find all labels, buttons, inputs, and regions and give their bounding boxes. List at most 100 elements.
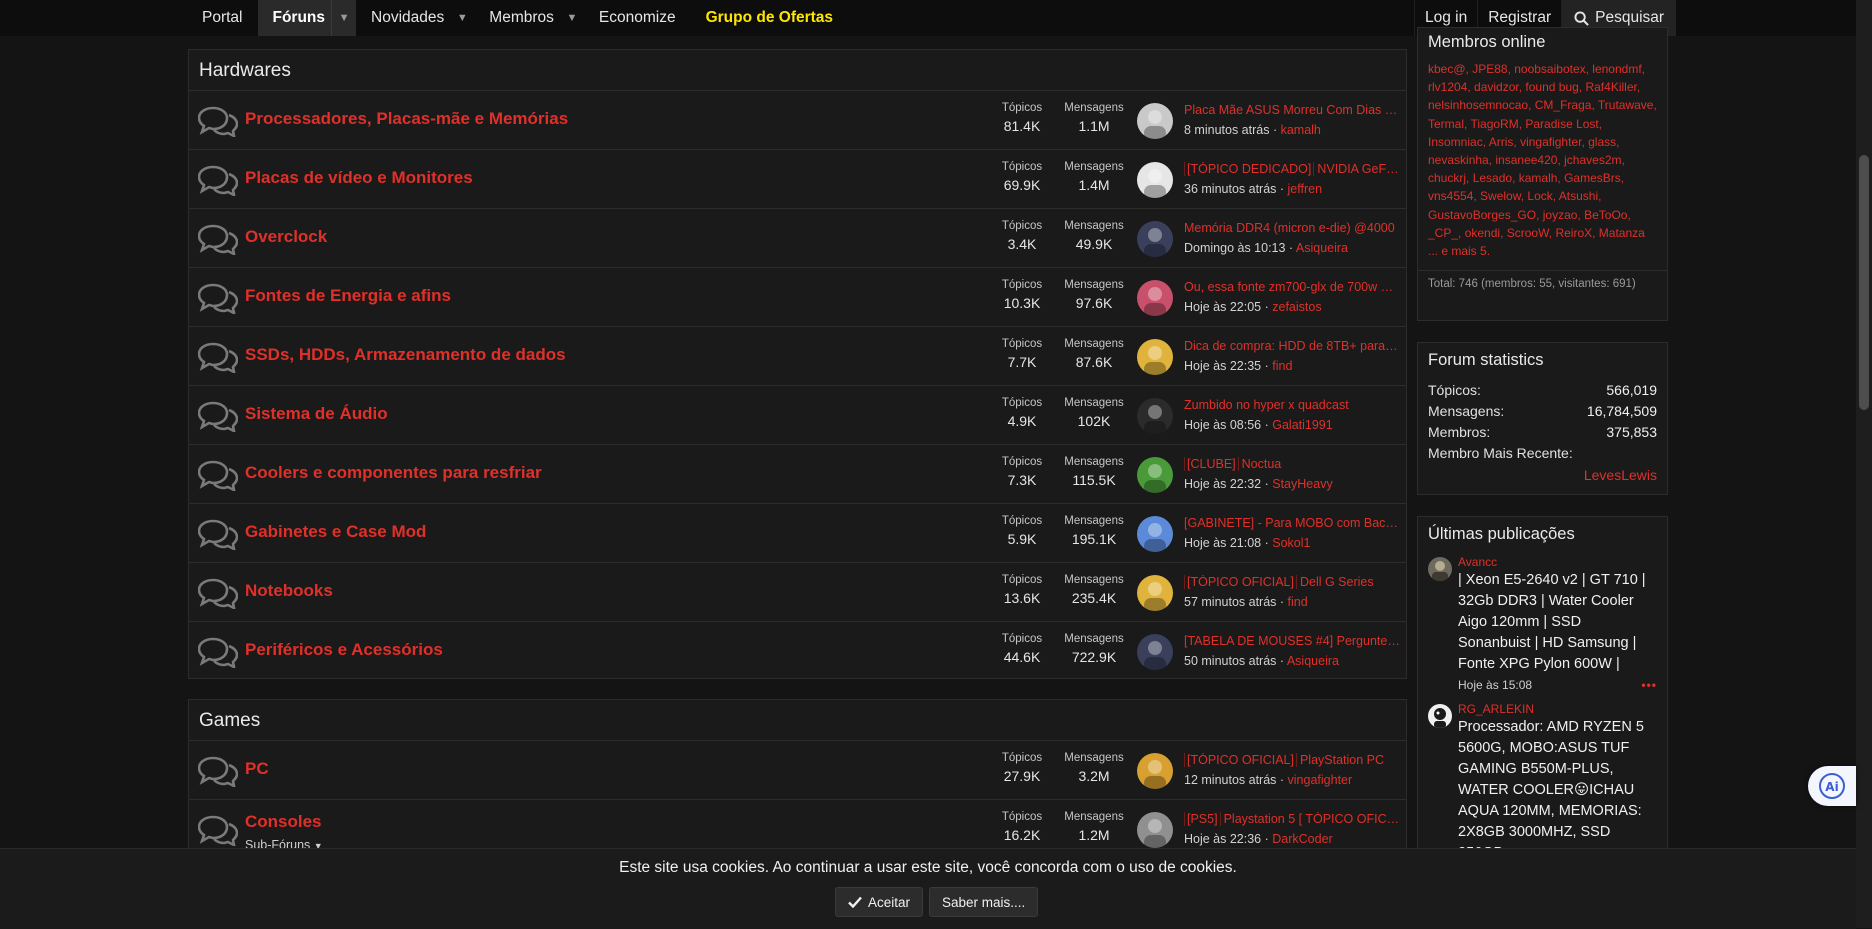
online-member-link[interactable]: Lock	[1527, 189, 1552, 203]
online-member-link[interactable]: noobsaibotex	[1514, 62, 1585, 76]
last-post-time[interactable]: 57 minutos atrás	[1184, 595, 1276, 609]
online-member-link[interactable]: Matanza	[1599, 226, 1645, 240]
forum-title-link[interactable]: Processadores, Placas-mãe e Memórias	[245, 109, 568, 129]
online-member-link[interactable]: GustavoBorges_GO	[1428, 208, 1536, 222]
last-post-time[interactable]: Hoje às 22:36	[1184, 832, 1261, 846]
online-member-link[interactable]: lenondmf	[1592, 62, 1641, 76]
last-post-time[interactable]: 36 minutos atrás	[1184, 182, 1276, 196]
post-user-link[interactable]: Avancc	[1458, 554, 1657, 570]
nav-economize[interactable]: Economize	[584, 0, 691, 36]
thread-prefix-label[interactable]: [PS5]	[1184, 812, 1221, 826]
latest-title[interactable]: Últimas publicações	[1418, 517, 1667, 554]
last-post-title-link[interactable]: Dica de compra: HDD de 8TB+ para backup	[1184, 339, 1400, 353]
online-member-link[interactable]: TiagoRM	[1470, 117, 1518, 131]
last-post-user-link[interactable]: find	[1288, 595, 1308, 609]
section-title[interactable]: Hardwares	[189, 50, 1406, 91]
forum-title-link[interactable]: SSDs, HDDs, Armazenamento de dados	[245, 345, 566, 365]
online-member-link[interactable]: JPE88	[1472, 62, 1507, 76]
forum-title-link[interactable]: PC	[245, 759, 269, 779]
online-member-link[interactable]: Swelow	[1480, 189, 1521, 203]
last-post-time[interactable]: 8 minutos atrás	[1184, 123, 1269, 137]
avatar[interactable]	[1137, 162, 1173, 198]
last-post-user-link[interactable]: Asiqueira	[1287, 654, 1339, 668]
thread-prefix-label[interactable]: [TÓPICO OFICIAL]	[1184, 575, 1297, 589]
online-member-link[interactable]: davidzor	[1474, 80, 1519, 94]
membros-caret-icon[interactable]: ▼	[560, 0, 584, 36]
online-member-link[interactable]: ScrooW	[1507, 226, 1549, 240]
last-post-time[interactable]: Hoje às 22:05	[1184, 300, 1261, 314]
online-member-link[interactable]: Trutawave	[1598, 98, 1654, 112]
page-scrollbar[interactable]	[1856, 0, 1872, 928]
avatar[interactable]	[1137, 753, 1173, 789]
last-post-time[interactable]: 50 minutos atrás	[1184, 654, 1276, 668]
forum-title-link[interactable]: Coolers e componentes para resfriar	[245, 463, 542, 483]
last-post-title-link[interactable]: [TÓPICO OFICIAL] Dell G Series	[1184, 575, 1400, 589]
last-post-user-link[interactable]: Sokol1	[1272, 536, 1310, 550]
forum-title-link[interactable]: Fontes de Energia e afins	[245, 286, 451, 306]
avatar[interactable]	[1137, 575, 1173, 611]
forum-title-link[interactable]: Consoles	[245, 812, 322, 832]
last-post-user-link[interactable]: Galati1991	[1272, 418, 1332, 432]
avatar[interactable]	[1137, 398, 1173, 434]
nav-portal[interactable]: Portal	[187, 0, 258, 36]
last-post-user-link[interactable]: kamalh	[1281, 123, 1321, 137]
online-member-link[interactable]: found bug	[1525, 80, 1578, 94]
avatar[interactable]	[1137, 634, 1173, 670]
online-member-link[interactable]: Lesado	[1473, 171, 1512, 185]
online-member-link[interactable]: jchaves2m	[1564, 153, 1621, 167]
last-post-title-link[interactable]: Ou, essa fonte zm700-glx de 700w presta?	[1184, 280, 1400, 294]
last-post-title-link[interactable]: [TÓPICO DEDICADO]NVIDIA GeForce RTX	[1184, 162, 1400, 176]
online-member-link[interactable]: chuckrj	[1428, 171, 1466, 185]
online-member-link[interactable]: vns4554	[1428, 189, 1473, 203]
last-post-title-link[interactable]: [CLUBE] Noctua	[1184, 457, 1400, 471]
foruns-caret-icon[interactable]: ▼	[331, 0, 357, 36]
online-title[interactable]: Membros online	[1418, 28, 1667, 58]
nav-membros[interactable]: Membros	[474, 0, 560, 36]
online-member-link[interactable]: okendi	[1465, 226, 1500, 240]
thread-prefix-label[interactable]: [CLUBE]	[1184, 457, 1239, 471]
online-member-link[interactable]: Atsushi	[1559, 189, 1598, 203]
forum-title-link[interactable]: Periféricos e Acessórios	[245, 640, 443, 660]
avatar[interactable]	[1137, 457, 1173, 493]
online-member-link[interactable]: Insomniac	[1428, 135, 1483, 149]
nav-foruns[interactable]: Fóruns	[257, 0, 332, 36]
online-member-link[interactable]: BeToOo	[1584, 208, 1627, 222]
avatar[interactable]	[1428, 704, 1452, 728]
forum-title-link[interactable]: Overclock	[245, 227, 327, 247]
online-member-link[interactable]: kamalh	[1519, 171, 1558, 185]
last-post-title-link[interactable]: Placa Mãe ASUS Morreu Com Dias de Uso	[1184, 103, 1400, 117]
avatar[interactable]	[1428, 557, 1452, 581]
last-post-time[interactable]: Hoje às 21:08	[1184, 536, 1261, 550]
post-title-link[interactable]: Processador: AMD RYZEN 5 5600G, MOBO:ASU…	[1458, 717, 1657, 848]
online-member-link[interactable]: kbec@	[1428, 62, 1466, 76]
online-member-link[interactable]: vingafighter	[1520, 135, 1581, 149]
forum-title-link[interactable]: Placas de vídeo e Monitores	[245, 168, 473, 188]
online-member-link[interactable]: _CP_	[1428, 226, 1458, 240]
online-member-link[interactable]: joyzao	[1543, 208, 1578, 222]
nav-grupo-de-ofertas[interactable]: Grupo de Ofertas	[691, 0, 848, 36]
online-member-link[interactable]: rlv1204	[1428, 80, 1467, 94]
online-more-link[interactable]: ... e mais 5.	[1428, 242, 1657, 260]
last-post-user-link[interactable]: find	[1272, 359, 1292, 373]
last-post-user-link[interactable]: Asiqueira	[1296, 241, 1348, 255]
online-member-link[interactable]: glass	[1588, 135, 1616, 149]
avatar[interactable]	[1137, 221, 1173, 257]
last-post-title-link[interactable]: [GABINETE] - Para MOBO com Back Connecto…	[1184, 516, 1400, 530]
last-post-time[interactable]: Domingo às 10:13	[1184, 241, 1285, 255]
section-title[interactable]: Games	[189, 700, 1406, 741]
scrollbar-thumb[interactable]	[1859, 155, 1869, 410]
online-member-link[interactable]: Raf4Killer	[1585, 80, 1636, 94]
thread-prefix-label[interactable]: [TÓPICO OFICIAL]	[1184, 753, 1297, 767]
avatar[interactable]	[1137, 339, 1173, 375]
forum-title-link[interactable]: Notebooks	[245, 581, 333, 601]
ai-assistant-button[interactable]: Ai	[1808, 766, 1856, 806]
online-member-link[interactable]: insanee420	[1495, 153, 1557, 167]
last-post-time[interactable]: 12 minutos atrás	[1184, 773, 1276, 787]
last-post-time[interactable]: Hoje às 08:56	[1184, 418, 1261, 432]
last-post-user-link[interactable]: vingafighter	[1288, 773, 1353, 787]
forum-title-link[interactable]: Gabinetes e Case Mod	[245, 522, 426, 542]
novidades-caret-icon[interactable]: ▼	[450, 0, 474, 36]
online-member-link[interactable]: nelsinhosemnocao	[1428, 98, 1528, 112]
online-member-link[interactable]: Arris	[1489, 135, 1514, 149]
accept-cookies-button[interactable]: Aceitar	[835, 887, 924, 917]
